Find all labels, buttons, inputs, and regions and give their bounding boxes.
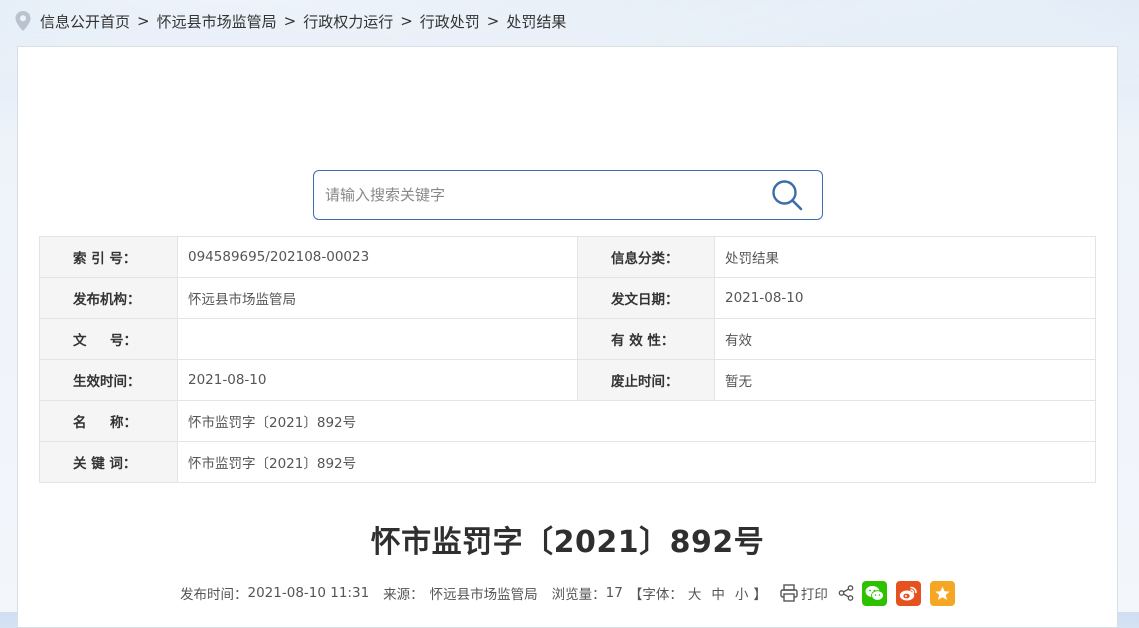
- abolish-label: 废止时间：: [577, 359, 715, 401]
- breadcrumb-bureau[interactable]: 怀远县市场监管局: [157, 11, 277, 32]
- font-medium-button[interactable]: 中: [711, 583, 725, 603]
- table-row: 名 称： 怀市监罚字〔2021〕892号: [39, 400, 1096, 442]
- index-value: 094589695/202108-00023: [177, 236, 578, 278]
- wechat-share-button[interactable]: [861, 580, 887, 606]
- print-label: 打印: [800, 587, 828, 603]
- font-small-button[interactable]: 小: [735, 583, 749, 603]
- font-size-close: 】: [753, 587, 767, 603]
- weibo-share-button[interactable]: [895, 580, 921, 606]
- share-icon[interactable]: [838, 585, 854, 601]
- search-box: [313, 170, 823, 220]
- table-row: 生效时间： 2021-08-10 废止时间： 暂无: [39, 359, 1096, 401]
- validity-value: 有效: [714, 318, 1096, 360]
- breadcrumb-separator: >: [400, 12, 413, 30]
- publisher-value: 怀远县市场监管局: [177, 277, 578, 319]
- weibo-icon: [899, 586, 917, 600]
- metadata-table: 索 引 号： 094589695/202108-00023 信息分类： 处罚结果…: [39, 236, 1096, 483]
- source-value: 怀远县市场监管局: [429, 587, 538, 603]
- abolish-value: 暂无: [714, 359, 1096, 401]
- views-count: 17: [605, 585, 623, 601]
- effective-value: 2021-08-10: [177, 359, 578, 401]
- publish-time-label: 发布时间：: [180, 587, 248, 603]
- article-info-bar: 发布时间： 2021-08-10 11:31 来源： 怀远县市场监管局 浏览量：…: [180, 579, 964, 607]
- table-row: 索 引 号： 094589695/202108-00023 信息分类： 处罚结果: [39, 236, 1096, 278]
- index-label: 索 引 号：: [39, 236, 178, 278]
- star-icon: [935, 586, 950, 600]
- category-label: 信息分类：: [577, 236, 715, 278]
- breadcrumb-separator: >: [137, 12, 150, 30]
- publish-time: 2021-08-10 11:31: [247, 585, 370, 601]
- wechat-icon: [865, 585, 884, 601]
- content-card: 索 引 号： 094589695/202108-00023 信息分类： 处罚结果…: [17, 46, 1118, 628]
- docno-label: 文 号：: [39, 318, 178, 360]
- date-label: 发文日期：: [577, 277, 715, 319]
- favorite-button[interactable]: [929, 580, 955, 606]
- table-row: 文 号： 有 效 性： 有效: [39, 318, 1096, 360]
- publisher-label: 发布机构：: [39, 277, 178, 319]
- table-row: 关 键 词： 怀市监罚字〔2021〕892号: [39, 441, 1096, 483]
- effective-label: 生效时间：: [39, 359, 178, 401]
- docno-value: [177, 318, 578, 360]
- breadcrumb-separator: >: [283, 12, 297, 30]
- source-label: 来源：: [383, 587, 424, 603]
- breadcrumb-separator: >: [486, 12, 500, 30]
- breadcrumb-home[interactable]: 信息公开首页: [40, 11, 130, 32]
- keywords-label: 关 键 词：: [39, 441, 178, 483]
- page-title: 怀市监罚字〔2021〕892号: [370, 525, 765, 560]
- search-input[interactable]: [323, 174, 770, 216]
- views-label: 浏览量：: [551, 587, 606, 603]
- printer-icon: [780, 584, 798, 602]
- search-icon[interactable]: [770, 178, 804, 212]
- category-value: 处罚结果: [714, 236, 1096, 278]
- date-value: 2021-08-10: [714, 277, 1096, 319]
- name-label: 名 称：: [39, 400, 178, 442]
- breadcrumb: 信息公开首页 > 怀远县市场监管局 > 行政权力运行 > 行政处罚 > 处罚结果: [14, 9, 566, 33]
- location-pin-icon: [15, 11, 31, 31]
- print-button[interactable]: 打印: [779, 583, 828, 603]
- table-row: 发布机构： 怀远县市场监管局 发文日期： 2021-08-10: [39, 277, 1096, 319]
- breadcrumb-admin-penalty[interactable]: 行政处罚: [420, 11, 480, 32]
- font-size-label: 【字体：: [628, 587, 683, 603]
- validity-label: 有 效 性：: [577, 318, 715, 360]
- breadcrumb-admin-power[interactable]: 行政权力运行: [303, 11, 393, 32]
- name-value: 怀市监罚字〔2021〕892号: [177, 400, 1096, 442]
- breadcrumb-penalty-result[interactable]: 处罚结果: [506, 11, 566, 32]
- keywords-value: 怀市监罚字〔2021〕892号: [177, 441, 1096, 483]
- font-large-button[interactable]: 大: [688, 583, 702, 603]
